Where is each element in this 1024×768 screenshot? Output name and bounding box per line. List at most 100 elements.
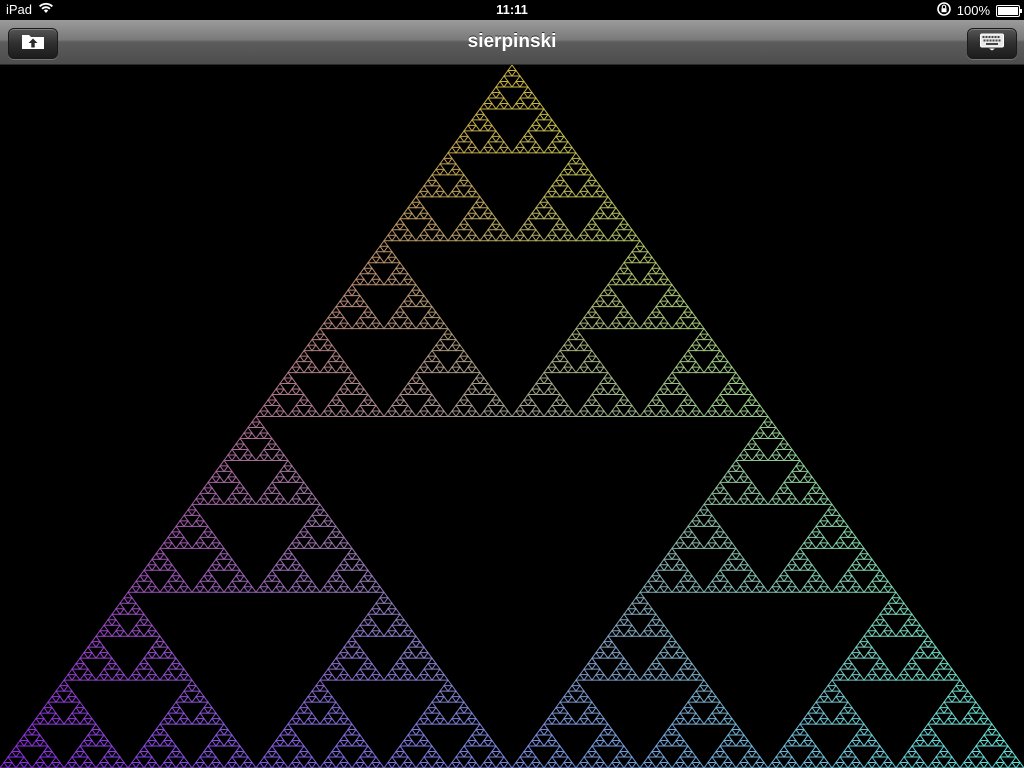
fractal-cell [643, 602, 653, 610]
fractal-cell [703, 541, 713, 549]
fractal-cell [875, 569, 885, 577]
fractal-cell [695, 322, 705, 330]
fractal-cell [147, 558, 157, 566]
fractal-cell [843, 657, 853, 665]
fractal-cell [863, 728, 873, 736]
fractal-cell [551, 212, 561, 220]
fractal-cell [367, 607, 377, 615]
fractal-cell [287, 541, 297, 549]
fractal-cell [331, 393, 341, 401]
fractal-canvas-area[interactable] [0, 64, 1024, 768]
fractal-cell [231, 739, 241, 747]
fractal-cell [871, 585, 881, 593]
fractal-cell [399, 750, 409, 758]
keyboard-button[interactable] [967, 28, 1017, 59]
fractal-cell [843, 525, 853, 533]
fractal-cell [655, 311, 665, 319]
fractal-cell [723, 492, 733, 500]
fractal-cell [327, 399, 337, 407]
fractal-cell [207, 476, 217, 483]
fractal-cell [943, 706, 953, 714]
fractal-cell [835, 580, 845, 588]
fractal-cell [483, 119, 493, 126]
fractal-cell [759, 761, 769, 768]
fractal-cell [271, 739, 281, 747]
fractal-cell [567, 366, 577, 374]
fractal-cell [159, 552, 169, 560]
fractal-cell [51, 712, 61, 720]
fractal-cell [167, 530, 177, 538]
fractal-cell [359, 322, 369, 330]
fractal-cell [239, 443, 249, 450]
fractal-cell [583, 223, 593, 231]
fractal-cell [327, 366, 337, 374]
fractal-cell [835, 514, 845, 522]
fractal-cell [139, 569, 149, 577]
fractal-cell [723, 712, 733, 720]
fractal-cell [495, 750, 505, 758]
fractal-cell [663, 739, 673, 747]
fractal-cell [703, 761, 713, 768]
fractal-cell [723, 360, 733, 368]
fractal-cell [939, 701, 949, 709]
fractal-cell [639, 607, 649, 615]
fractal-cell [327, 541, 337, 549]
fractal-cell [687, 530, 697, 538]
fractal-cell [447, 761, 457, 768]
fractal-cell [295, 410, 305, 417]
fractal-cell [207, 585, 217, 593]
fractal-cell [443, 679, 453, 687]
fractal-cell [375, 673, 385, 681]
fractal-cell [427, 393, 437, 401]
fractal-cell [659, 404, 669, 412]
fractal-cell [631, 322, 641, 330]
fractal-cell [679, 673, 689, 681]
fractal-cell [619, 745, 629, 753]
fractal-cell [623, 267, 633, 275]
fractal-cell [755, 448, 765, 456]
fractal-cell [931, 734, 941, 742]
fractal-cell [423, 300, 433, 308]
fractal-cell [531, 228, 541, 236]
fractal-cell [511, 761, 521, 768]
fractal-cell [303, 487, 313, 494]
fractal-cell [735, 585, 745, 593]
fractal-cell [343, 366, 353, 374]
fractal-cell [703, 520, 713, 527]
fractal-cell [303, 498, 313, 505]
fractal-cell [419, 360, 429, 368]
fractal-cell [219, 459, 229, 467]
fractal-cell [411, 195, 421, 203]
fractal-cell [711, 498, 721, 505]
fractal-cell [447, 344, 457, 352]
fractal-cell [559, 234, 569, 242]
fractal-cell [363, 305, 373, 313]
fractal-cell [539, 195, 549, 203]
fractal-cell [307, 580, 317, 588]
fractal-cell [719, 761, 729, 768]
fractal-cell [75, 701, 85, 709]
fractal-cell [351, 552, 361, 560]
fractal-cell [291, 756, 301, 764]
fractal-cell [611, 382, 621, 390]
fractal-cell [419, 184, 429, 192]
fractal-cell [547, 404, 557, 412]
fractal-cell [523, 217, 533, 225]
fractal-cell [95, 651, 105, 659]
fractal-cell [151, 673, 161, 681]
fractal-cell [563, 756, 573, 764]
fractal-cell [239, 761, 249, 768]
fractal-cell [879, 761, 889, 768]
fractal-cell [435, 184, 445, 192]
fractal-cell [31, 717, 41, 725]
fractal-cell [519, 80, 529, 88]
fractal-cell [263, 399, 273, 407]
fractal-cell [899, 668, 909, 676]
fractal-cell [39, 761, 49, 768]
fractal-cell [335, 574, 345, 582]
status-right: 100% [936, 2, 1022, 19]
fractal-cell [271, 761, 281, 768]
fractal-cell [527, 212, 537, 220]
fractal-cell [671, 728, 681, 736]
fractal-cell [623, 234, 633, 242]
